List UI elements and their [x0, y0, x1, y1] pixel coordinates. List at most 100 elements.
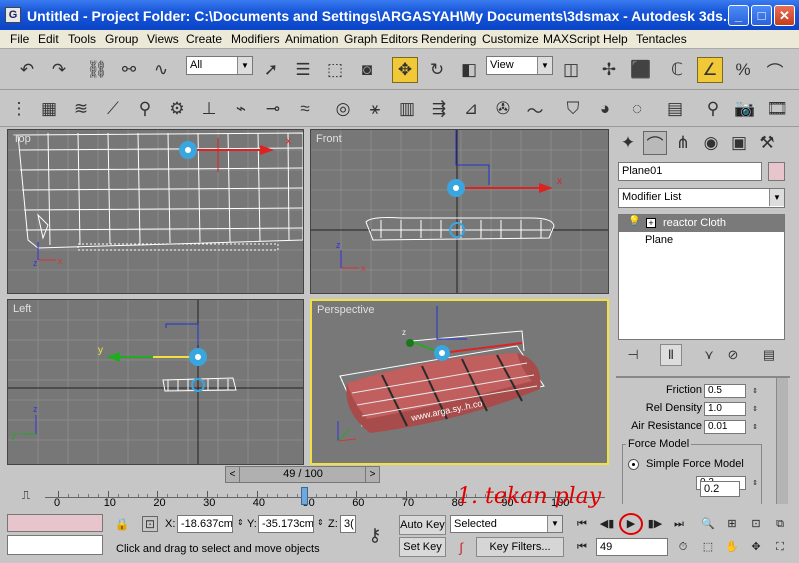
- keyboard-shortcut-icon[interactable]: ⬛: [628, 57, 654, 83]
- menu-maxscript[interactable]: MAXScript: [543, 32, 600, 46]
- pivot-center-icon[interactable]: ◫: [558, 57, 584, 83]
- remove-modifier-icon[interactable]: ⊘: [722, 344, 744, 366]
- cloth-modifier-icon[interactable]: ⛉: [560, 96, 586, 122]
- x-coordinate-field[interactable]: -18.637cm: [177, 515, 233, 533]
- spinner-snap-icon[interactable]: ⌒: [762, 57, 788, 83]
- maxscript-listener-bottom[interactable]: [7, 535, 103, 555]
- menu-group[interactable]: Group: [105, 32, 138, 46]
- zoom-all-icon[interactable]: ⊞: [721, 515, 743, 533]
- viewport-label-top[interactable]: Top: [13, 133, 31, 145]
- viewport-label-perspective[interactable]: Perspective: [317, 304, 374, 316]
- select-and-scale-icon[interactable]: ◧: [456, 57, 482, 83]
- menu-graph-editors[interactable]: Graph Editors: [344, 32, 418, 46]
- viewport-top[interactable]: x z x Top: [7, 129, 304, 294]
- motor-icon[interactable]: ▥: [394, 96, 420, 122]
- modify-tab-icon[interactable]: ⌒: [643, 131, 667, 155]
- hierarchy-tab-icon[interactable]: ⋔: [671, 131, 695, 155]
- zoom-extents-all-icon[interactable]: ⧉: [769, 515, 791, 533]
- create-animation-icon[interactable]: 🎞: [764, 96, 790, 122]
- rope-modifier-icon[interactable]: ◌: [624, 96, 650, 122]
- next-frame-arrow-icon[interactable]: >: [365, 467, 379, 482]
- x-spinner-icon[interactable]: ⇕: [237, 518, 244, 527]
- viewport-left[interactable]: y z y Left: [7, 299, 304, 465]
- absolute-mode-icon[interactable]: ⊡: [142, 516, 158, 532]
- make-unique-icon[interactable]: ⋎: [698, 344, 720, 366]
- time-configuration-icon[interactable]: ⏱: [672, 538, 694, 556]
- maximize-button[interactable]: □: [751, 5, 772, 26]
- angle-snap-icon[interactable]: ∠: [697, 57, 723, 83]
- stack-item-plane[interactable]: Plane: [645, 234, 673, 246]
- rope-collection-icon[interactable]: ⚲: [132, 96, 158, 122]
- y-coordinate-field[interactable]: -35.173cm: [258, 515, 314, 533]
- rigid-body-collection-icon[interactable]: ▦: [36, 96, 62, 122]
- dashpot-icon[interactable]: ⊸: [260, 96, 286, 122]
- menu-file[interactable]: File: [10, 32, 29, 46]
- configure-modifier-sets-icon[interactable]: ▤: [758, 344, 780, 366]
- show-end-result-icon[interactable]: Ⅱ: [660, 344, 682, 366]
- menu-rendering[interactable]: Rendering: [421, 32, 476, 46]
- rectangular-selection-icon[interactable]: ⬚: [322, 57, 348, 83]
- zoom-icon[interactable]: 🔍: [697, 515, 719, 533]
- ragdoll-icon[interactable]: 〜: [522, 96, 548, 122]
- display-tab-icon[interactable]: ▣: [727, 131, 751, 155]
- track-force-value-field[interactable]: 0.2: [700, 481, 740, 497]
- viewport-perspective[interactable]: www.arga.sy..h.co z Perspective: [310, 299, 609, 465]
- zoom-extents-icon[interactable]: ⊡: [745, 515, 767, 533]
- simple-force-model-radio[interactable]: [628, 459, 639, 470]
- zoom-region-icon[interactable]: ⬚: [697, 538, 719, 556]
- create-tab-icon[interactable]: ✦: [616, 131, 640, 155]
- time-slider-thumb[interactable]: [301, 487, 308, 505]
- y-spinner-icon[interactable]: ⇕: [317, 518, 324, 527]
- maximize-viewport-icon[interactable]: ⛶: [769, 538, 791, 556]
- key-mode-dropdown[interactable]: Selected ▼: [450, 515, 563, 533]
- air-resistance-spinner-icon[interactable]: ⇕: [750, 419, 760, 437]
- unlink-selection-icon[interactable]: ⚯: [116, 57, 142, 83]
- pin-stack-icon[interactable]: ⊣: [622, 344, 644, 366]
- modifier-list-dropdown[interactable]: Modifier List ▼: [618, 188, 785, 208]
- time-slider[interactable]: < 49 / 100 >: [225, 466, 380, 483]
- snap-3d-icon[interactable]: ℂ: [664, 57, 690, 83]
- key-filters-button[interactable]: Key Filters...: [476, 537, 564, 557]
- fracture-icon[interactable]: ⚹: [362, 96, 388, 122]
- select-by-name-icon[interactable]: ☰: [290, 57, 316, 83]
- menu-modifiers[interactable]: Modifiers: [231, 32, 280, 46]
- set-key-button[interactable]: Set Key: [399, 537, 446, 557]
- prev-frame-arrow-icon[interactable]: <: [226, 467, 240, 482]
- curve-editor-mini-icon[interactable]: ⎍: [14, 488, 38, 506]
- menu-customize[interactable]: Customize: [482, 32, 539, 46]
- select-and-manipulate-icon[interactable]: ✢: [596, 57, 622, 83]
- motion-tab-icon[interactable]: ◉: [699, 131, 723, 155]
- air-resistance-field[interactable]: 0.01: [704, 420, 746, 434]
- maxscript-listener-top[interactable]: [7, 514, 103, 532]
- menu-tools[interactable]: Tools: [68, 32, 96, 46]
- lightbulb-icon[interactable]: 💡: [628, 216, 640, 227]
- menu-tentacles[interactable]: Tentacles: [636, 32, 687, 46]
- water-icon[interactable]: ≈: [292, 96, 318, 122]
- track-bar[interactable]: ⎍ 0 10 20 30 40 50 60 70 80 90 100 1. tekan play 0…: [0, 481, 799, 511]
- plane-icon[interactable]: ⊥: [196, 96, 222, 122]
- menu-edit[interactable]: Edit: [38, 32, 59, 46]
- play-animation-icon[interactable]: ▶: [619, 513, 643, 535]
- object-name-field[interactable]: Plane01: [618, 162, 762, 181]
- select-object-icon[interactable]: ➚: [258, 57, 284, 83]
- spring-icon[interactable]: ⌁: [228, 96, 254, 122]
- select-and-rotate-icon[interactable]: ↻: [424, 57, 450, 83]
- current-frame-field[interactable]: 49: [596, 538, 668, 556]
- rel-density-field[interactable]: 1.0: [704, 402, 746, 416]
- arc-rotate-icon[interactable]: ✥: [745, 538, 767, 556]
- key-mode-toggle-icon[interactable]: ⏮: [571, 538, 593, 556]
- menu-animation[interactable]: Animation: [285, 32, 338, 46]
- object-color-swatch[interactable]: [768, 162, 785, 181]
- wheel-icon[interactable]: ✇: [490, 96, 516, 122]
- go-to-start-icon[interactable]: ⏮: [571, 515, 593, 533]
- viewport-label-left[interactable]: Left: [13, 303, 31, 315]
- soft-body-icon[interactable]: ⟋: [100, 96, 126, 122]
- key-icon[interactable]: ⚷: [360, 523, 390, 547]
- select-and-move-icon[interactable]: ✥: [392, 57, 418, 83]
- frame-counter[interactable]: 49 / 100: [244, 467, 362, 482]
- toy-car-icon[interactable]: ◎: [330, 96, 356, 122]
- wind-icon[interactable]: ⇶: [426, 96, 452, 122]
- menu-help[interactable]: Help: [603, 32, 628, 46]
- undo-icon[interactable]: ↶: [14, 57, 40, 83]
- bind-to-space-warp-icon[interactable]: ∿: [148, 57, 174, 83]
